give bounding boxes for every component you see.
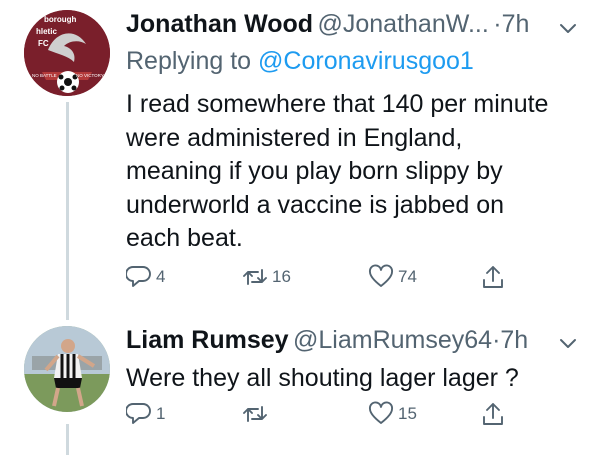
separator-dot: · xyxy=(493,10,502,38)
thread-line xyxy=(66,424,69,455)
like-button[interactable]: 74 xyxy=(368,264,417,290)
share-button[interactable] xyxy=(480,264,506,290)
heart-icon xyxy=(369,264,393,287)
like-button[interactable]: 15 xyxy=(368,401,417,427)
replying-to: Replying to @Coronavirusgoo1 xyxy=(126,47,474,76)
svg-text:NO VICTORY: NO VICTORY xyxy=(76,73,104,78)
retweet-count: 16 xyxy=(272,267,291,286)
display-name[interactable]: Jonathan Wood xyxy=(126,10,313,38)
user-handle[interactable]: @LiamRumsey64 xyxy=(293,326,492,354)
like-count: 74 xyxy=(398,267,417,286)
chevron-down-icon[interactable] xyxy=(558,333,578,353)
retweet-icon xyxy=(243,269,267,285)
reply-icon xyxy=(126,403,151,424)
tweet-header: Jonathan Wood @JonathanW... ·7h xyxy=(126,10,529,39)
like-count: 15 xyxy=(398,404,417,423)
svg-text:hletic: hletic xyxy=(36,27,57,36)
thread-line xyxy=(66,102,69,320)
retweet-button[interactable] xyxy=(242,401,272,427)
reply-count: 1 xyxy=(156,404,166,423)
player-photo xyxy=(24,326,110,412)
tweet-text-line: meaning if you play born slippy by xyxy=(126,157,503,185)
svg-text:borough: borough xyxy=(44,15,77,24)
tweet-text-line: I read somewhere that 140 per minute xyxy=(126,90,549,118)
chevron-down-icon[interactable] xyxy=(558,18,578,38)
tweet-text: I read somewhere that 140 per minute wer… xyxy=(126,88,581,256)
reply-mention-link[interactable]: @Coronavirusgoo1 xyxy=(258,47,474,75)
svg-text:FC: FC xyxy=(38,39,49,48)
user-handle[interactable]: @JonathanW... xyxy=(317,10,488,38)
reply-count: 4 xyxy=(156,267,166,286)
tweet-text-line: Were they all shouting lager lager ? xyxy=(126,364,519,392)
timestamp[interactable]: 7h xyxy=(502,10,530,38)
tweet-text-line: were administered in England, xyxy=(126,123,463,152)
share-icon xyxy=(483,266,503,288)
tweet-actions: 1 15 xyxy=(126,401,526,431)
replying-to-label: Replying to xyxy=(126,47,252,75)
svg-text:NO BATTLE: NO BATTLE xyxy=(32,73,57,78)
display-name[interactable]: Liam Rumsey xyxy=(126,326,289,354)
reply-button[interactable]: 4 xyxy=(126,264,165,290)
retweet-button[interactable]: 16 xyxy=(242,264,291,290)
tweet-actions: 4 16 74 xyxy=(126,264,526,294)
timestamp[interactable]: 7h xyxy=(500,326,528,354)
tweet-text-line: each beat. xyxy=(126,224,243,252)
retweet-icon xyxy=(243,406,267,422)
tweet-text: Were they all shouting lager lager ? xyxy=(126,362,581,396)
avatar-jonathan-wood[interactable]: borough hletic FC NO BATTLE NO VICTORY xyxy=(24,10,110,96)
tweet-1[interactable]: borough hletic FC NO BATTLE NO VICTORY J… xyxy=(0,0,600,320)
reply-icon xyxy=(126,266,151,287)
club-crest-logo: borough hletic FC NO BATTLE NO VICTORY xyxy=(24,10,110,96)
reply-button[interactable]: 1 xyxy=(126,401,165,427)
share-button[interactable] xyxy=(480,401,506,427)
share-icon xyxy=(483,403,503,425)
tweet-2[interactable]: Liam Rumsey @LiamRumsey64·7h Were they a… xyxy=(0,320,600,455)
tweet-header: Liam Rumsey @LiamRumsey64·7h xyxy=(126,326,528,355)
tweet-text-line: underworld a vaccine is jabbed on xyxy=(126,190,505,219)
heart-icon xyxy=(369,401,393,424)
avatar-liam-rumsey[interactable] xyxy=(24,326,110,412)
